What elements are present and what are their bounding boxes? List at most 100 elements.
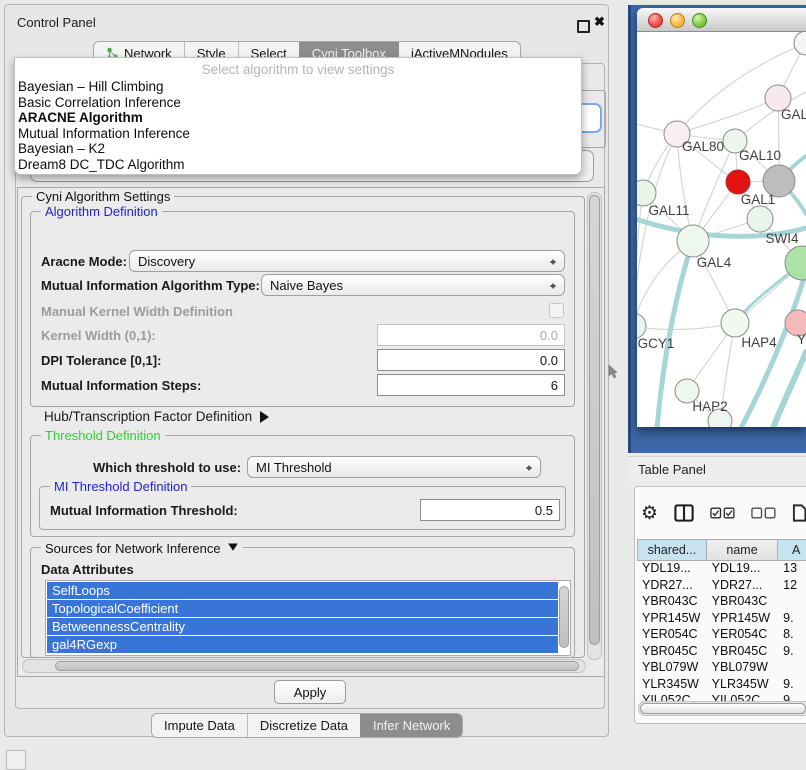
minimize-window-icon[interactable] bbox=[670, 13, 685, 28]
column-header-partial[interactable]: A bbox=[778, 539, 806, 561]
node-hap4[interactable] bbox=[721, 309, 749, 337]
settings-hscrollbar-thumb[interactable] bbox=[55, 661, 579, 671]
settings-vscrollbar-thumb[interactable] bbox=[589, 195, 600, 645]
aracne-mode-label: Aracne Mode: bbox=[41, 254, 127, 269]
table-toolbar: ⚙ bbox=[641, 493, 806, 533]
close-window-icon[interactable] bbox=[648, 13, 663, 28]
tab-infer-network[interactable]: Infer Network bbox=[360, 714, 462, 737]
network-graph: GAL GAL80 GAL10 GAL1 GAL11 SWI4 GAL4 GCY… bbox=[637, 32, 806, 427]
checked-checkboxes-icon[interactable] bbox=[710, 507, 735, 519]
algorithm-definition-title: Algorithm Definition bbox=[41, 204, 162, 219]
kernel-width-field[interactable]: 0.0 bbox=[377, 324, 565, 346]
apply-button[interactable]: Apply bbox=[274, 680, 346, 704]
mi-threshold-group-title: MI Threshold Definition bbox=[50, 479, 191, 494]
popup-item-basic-correlation[interactable]: Basic Correlation Inference bbox=[15, 95, 581, 111]
dpi-tolerance-field[interactable]: 0.0 bbox=[377, 349, 565, 371]
mi-steps-field[interactable]: 6 bbox=[377, 374, 565, 396]
node-label: GAL80 bbox=[682, 139, 724, 154]
list-item[interactable]: SelfLoops bbox=[47, 582, 558, 599]
list-item[interactable]: TopologicalCoefficient bbox=[47, 600, 558, 617]
node-label: HAP4 bbox=[741, 335, 777, 350]
table-row[interactable]: YLR345WYLR345W9. bbox=[637, 677, 806, 694]
tab-discretize-data[interactable]: Discretize Data bbox=[247, 714, 360, 737]
dpi-tolerance-label: DPI Tolerance [0,1]: bbox=[41, 353, 161, 368]
collapsed-panel-icon[interactable] bbox=[6, 750, 26, 770]
node-gal4[interactable] bbox=[677, 225, 709, 257]
chevron-right-icon bbox=[260, 411, 275, 423]
table-row[interactable]: YPR145WYPR145W9. bbox=[637, 611, 806, 628]
mi-type-label: Mutual Information Algorithm Type: bbox=[41, 278, 260, 293]
mi-threshold-field[interactable]: 0.5 bbox=[420, 499, 560, 521]
mi-steps-label: Mutual Information Steps: bbox=[41, 378, 201, 393]
popup-item-bayesian-hill[interactable]: Bayesian – Hill Climbing bbox=[15, 79, 581, 95]
sources-title: Sources for Network Inference bbox=[45, 541, 221, 556]
manual-kernel-label: Manual Kernel Width Definition bbox=[41, 304, 233, 319]
table-row[interactable]: YBR045CYBR045C9. bbox=[637, 644, 806, 661]
column-header-shared-name[interactable]: shared... bbox=[637, 539, 707, 561]
combo-spinner-icon bbox=[549, 255, 557, 269]
threshold-definition-title: Threshold Definition bbox=[41, 428, 165, 443]
node-label: Y bbox=[797, 332, 806, 347]
popup-item-bayesian-k2[interactable]: Bayesian – K2 bbox=[15, 141, 581, 157]
manual-kernel-checkbox[interactable] bbox=[549, 303, 564, 318]
network-canvas[interactable]: GAL GAL80 GAL10 GAL1 GAL11 SWI4 GAL4 GCY… bbox=[637, 32, 806, 427]
table-hscrollbar[interactable] bbox=[638, 701, 806, 716]
settings-vscrollbar[interactable] bbox=[587, 192, 602, 660]
node-label: GAL4 bbox=[697, 255, 732, 270]
columns-icon[interactable] bbox=[674, 503, 694, 523]
table-panel: ⚙ shared... name A YDL19...YDL19...13 YD… bbox=[634, 486, 806, 724]
node-swi4[interactable] bbox=[747, 206, 773, 232]
settings-hscrollbar[interactable] bbox=[22, 659, 586, 673]
node-label: GAL1 bbox=[741, 192, 776, 207]
control-panel-title: Control Panel bbox=[17, 15, 96, 30]
hub-definition-toggle[interactable]: Hub/Transcription Factor Definition bbox=[44, 409, 275, 424]
combo-spinner-icon bbox=[525, 461, 533, 475]
bottom-tabbar: Impute Data Discretize Data Infer Networ… bbox=[151, 713, 463, 738]
aracne-mode-combo[interactable]: Discovery bbox=[129, 250, 565, 272]
combo-spinner-icon bbox=[549, 279, 557, 293]
node-label: GAL bbox=[781, 107, 806, 122]
tab-impute-data[interactable]: Impute Data bbox=[152, 714, 247, 737]
list-item[interactable]: gal4RGexp bbox=[47, 636, 558, 653]
gear-icon[interactable]: ⚙ bbox=[641, 502, 658, 525]
mi-threshold-label: Mutual Information Threshold: bbox=[50, 503, 238, 518]
kernel-width-label: Kernel Width (0,1): bbox=[41, 328, 156, 343]
data-attributes-label: Data Attributes bbox=[41, 562, 134, 577]
node-label: SWI4 bbox=[765, 231, 798, 246]
popup-item-aracne[interactable]: ARACNE Algorithm bbox=[15, 110, 581, 126]
threshold-definition-group: Threshold Definition Which threshold to … bbox=[30, 435, 575, 537]
which-threshold-combo[interactable]: MI Threshold bbox=[247, 456, 541, 478]
node-gal1[interactable] bbox=[726, 170, 750, 194]
table-row[interactable]: YBR043CYBR043C bbox=[637, 594, 806, 611]
node-label: GAL10 bbox=[739, 148, 781, 163]
data-attributes-list: SelfLoops TopologicalCoefficient Between… bbox=[45, 580, 571, 656]
network-window-titlebar[interactable] bbox=[637, 8, 806, 32]
table-row[interactable]: YDR27...YDR27...12 bbox=[637, 578, 806, 595]
popup-item-mutual-information[interactable]: Mutual Information Inference bbox=[15, 126, 581, 142]
zoom-window-icon[interactable] bbox=[692, 13, 707, 28]
hub-definition-label: Hub/Transcription Factor Definition bbox=[44, 409, 252, 424]
table-row[interactable]: YDL19...YDL19...13 bbox=[637, 561, 806, 578]
float-panel-icon[interactable] bbox=[577, 20, 590, 33]
node[interactable] bbox=[794, 32, 806, 55]
list-scrollbar-thumb[interactable] bbox=[559, 586, 569, 648]
table-hscrollbar-thumb[interactable] bbox=[640, 703, 806, 714]
network-window: GAL GAL80 GAL10 GAL1 GAL11 SWI4 GAL4 GCY… bbox=[637, 8, 806, 427]
algorithm-popup: Select algorithm to view settings Bayesi… bbox=[14, 57, 582, 175]
cyni-algorithm-settings-group: Cyni Algorithm Settings Algorithm Defini… bbox=[21, 196, 585, 658]
table-row[interactable]: YBL079WYBL079W bbox=[637, 660, 806, 677]
popup-placeholder: Select algorithm to view settings bbox=[15, 58, 581, 79]
close-panel-icon[interactable]: ✖ bbox=[594, 14, 605, 30]
settings-scrollpane: Cyni Algorithm Settings Algorithm Defini… bbox=[17, 187, 605, 677]
node-table: shared... name A YDL19...YDL19...13 YDR2… bbox=[637, 539, 806, 702]
column-header-name[interactable]: name bbox=[707, 539, 779, 561]
mi-threshold-group: MI Threshold Definition Mutual Informati… bbox=[39, 486, 566, 530]
list-item[interactable]: BetweennessCentrality bbox=[47, 618, 558, 635]
popup-item-dream8[interactable]: Dream8 DC_TDC Algorithm bbox=[15, 157, 581, 173]
file-icon[interactable] bbox=[792, 503, 806, 523]
table-row[interactable]: YER054CYER054C8. bbox=[637, 627, 806, 644]
sources-toggle[interactable]: Sources for Network Inference bbox=[41, 540, 243, 557]
mi-type-combo[interactable]: Naive Bayes bbox=[261, 274, 565, 296]
unchecked-checkboxes-icon[interactable] bbox=[751, 507, 776, 519]
node-label: GCY1 bbox=[638, 336, 675, 351]
